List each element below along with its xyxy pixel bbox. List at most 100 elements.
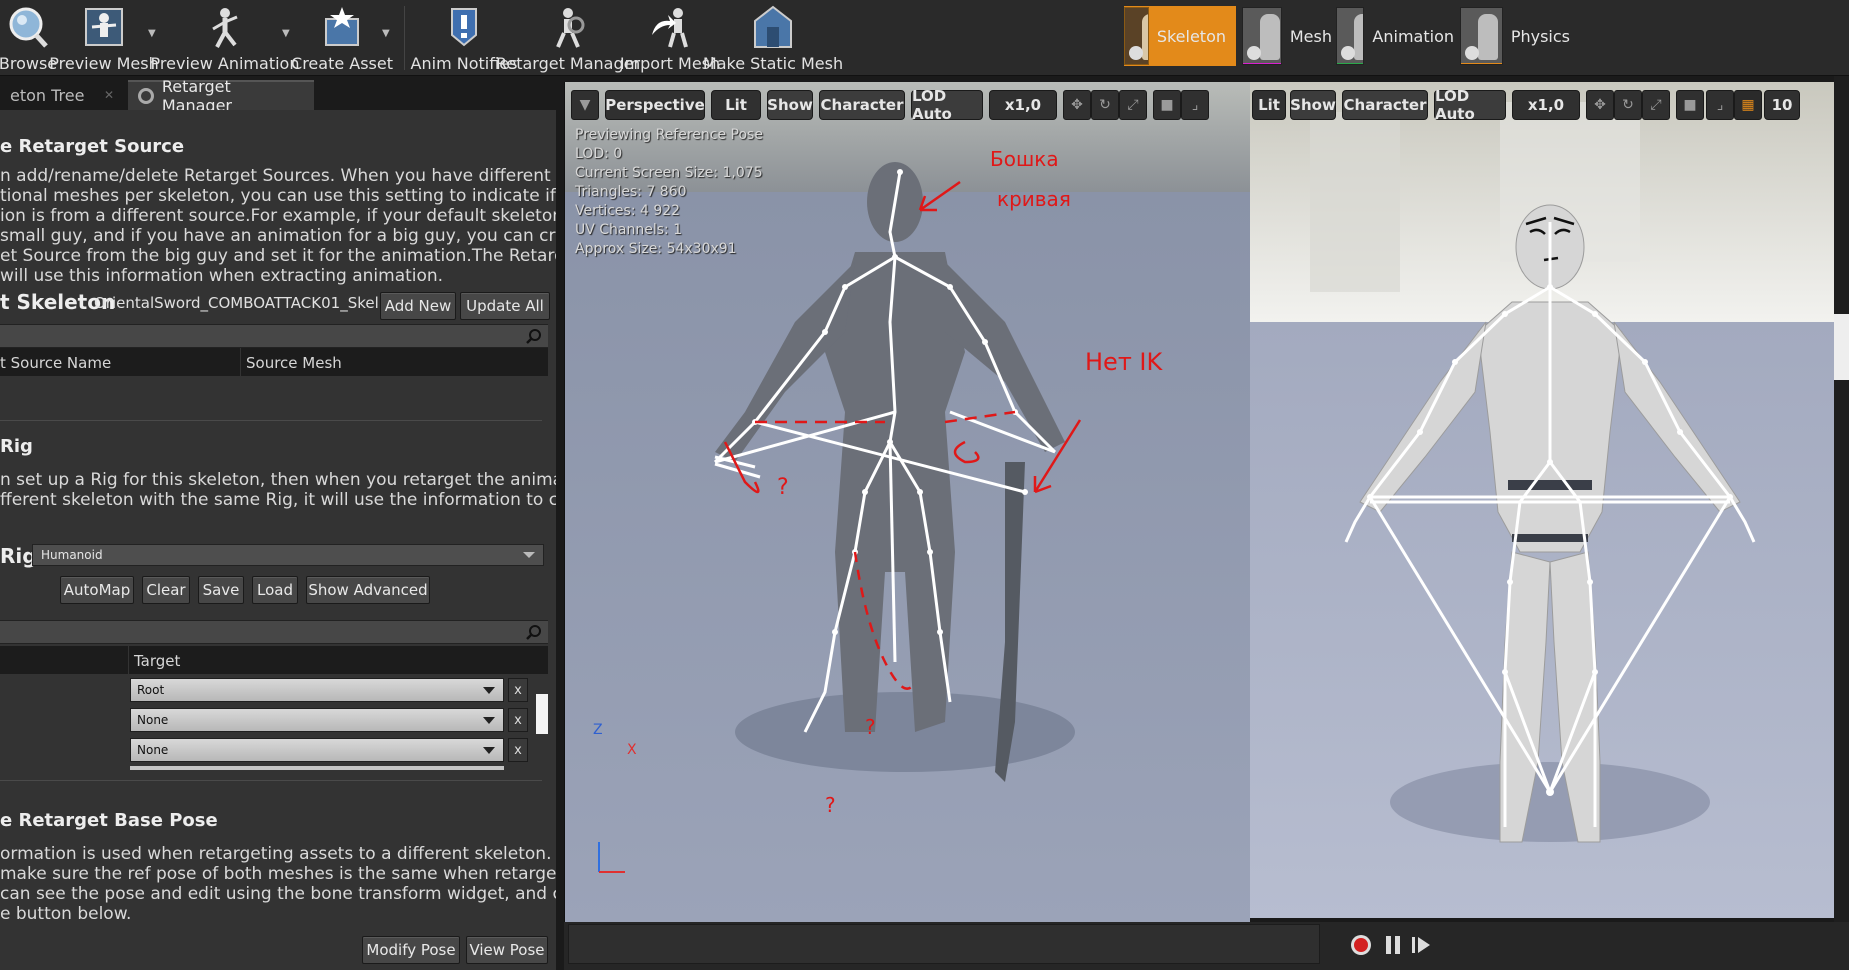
add-new-button[interactable]: Add New <box>380 292 456 320</box>
show-button[interactable]: Show <box>1290 90 1336 120</box>
stat-line: UV Channels: 1 <box>575 222 683 238</box>
target-bone-select[interactable]: None <box>130 738 504 762</box>
pause-icon[interactable] <box>1382 934 1404 956</box>
timeline-strip[interactable] <box>568 924 1320 964</box>
mode-skeleton-button[interactable]: Skeleton <box>1124 6 1236 66</box>
collapsed-tab[interactable] <box>1834 314 1849 380</box>
lod-auto-button[interactable]: LOD Auto <box>1434 87 1506 123</box>
character-button[interactable]: Character <box>819 90 905 120</box>
tab-close-icon[interactable]: ✕ <box>104 88 114 102</box>
scale-icon[interactable]: ⤢ <box>1642 90 1670 120</box>
desc-line: make sure the ref pose of both meshes is… <box>0 864 560 884</box>
retarget-manager-button[interactable]: Retarget Manager <box>496 0 640 76</box>
viewport-secondary[interactable]: Lit Show Character LOD Auto x1,0 ✥ ↻ ⤢ ■… <box>1250 82 1834 918</box>
annotation-text: Бошка <box>990 147 1059 171</box>
physics-mode-icon <box>1460 7 1503 65</box>
clear-button[interactable]: Clear <box>142 576 190 604</box>
search-icon <box>526 329 541 344</box>
preview-mesh-dropdown-icon[interactable]: ▼ <box>148 28 162 40</box>
preview-mesh-button[interactable]: Preview Mesh <box>49 0 159 76</box>
world-local-icon[interactable]: ■ <box>1676 90 1704 120</box>
record-icon[interactable] <box>1350 934 1372 956</box>
panel-scrollbar[interactable] <box>556 110 560 970</box>
base-pose-title: e Retarget Base Pose <box>0 810 218 831</box>
desc-line: n set up a Rig for this skeleton, then w… <box>0 470 560 490</box>
clear-target-button[interactable]: x <box>508 708 528 732</box>
annotation-text: ? <box>865 715 876 739</box>
playback-speed-button[interactable]: x1,0 <box>989 90 1057 120</box>
source-search-input[interactable] <box>0 324 548 348</box>
create-asset-button[interactable]: Create Asset <box>291 0 393 76</box>
viewport-stats: Previewing Reference Pose LOD: 0 Current… <box>575 126 763 259</box>
show-button[interactable]: Show <box>767 90 813 120</box>
target-bone-select[interactable]: None <box>130 708 504 732</box>
create-asset-dropdown-icon[interactable]: ▼ <box>382 28 396 40</box>
make-static-mesh-label: Make Static Mesh <box>702 54 844 73</box>
stat-line: Approx Size: 54x30x91 <box>575 241 737 257</box>
playback-bar <box>564 922 1849 970</box>
rig-select-value: Humanoid <box>41 548 103 562</box>
clear-target-button[interactable]: x <box>508 738 528 762</box>
automap-button[interactable]: AutoMap <box>60 576 134 604</box>
mode-physics-button[interactable]: Physics <box>1460 6 1570 66</box>
import-mesh-button[interactable]: Import Mesh <box>620 0 720 76</box>
translate-icon[interactable]: ✥ <box>1063 90 1091 120</box>
snap-icon[interactable]: ⌟ <box>1181 90 1209 120</box>
rotate-icon[interactable]: ↻ <box>1091 90 1119 120</box>
world-local-icon[interactable]: ■ <box>1153 90 1181 120</box>
rig-select[interactable]: Humanoid <box>32 544 544 566</box>
rotate-icon[interactable]: ↻ <box>1614 90 1642 120</box>
mode-animation-label: Animation <box>1372 26 1454 46</box>
panel-tabs: eton Tree ✕ Retarget Manager <box>0 76 560 115</box>
view-pose-button[interactable]: View Pose <box>466 936 548 964</box>
lit-button[interactable]: Lit <box>1252 90 1286 120</box>
preview-animation-button[interactable]: Preview Animation <box>151 0 299 76</box>
annotation-text: Нет IK <box>1085 348 1164 376</box>
preview-mesh-label: Preview Mesh <box>49 54 159 73</box>
surface-snap-icon[interactable]: ⌟ <box>1706 90 1734 120</box>
create-asset-label: Create Asset <box>291 54 393 73</box>
chevron-down-icon: ▼ <box>579 97 591 113</box>
bone-list-scrollbar[interactable] <box>536 694 548 734</box>
retarget-manager-panel: eton Tree ✕ Retarget Manager e Retarget … <box>0 76 560 970</box>
load-button[interactable]: Load <box>252 576 298 604</box>
desc-line: fferent skeleton with the same Rig, it w… <box>0 490 560 510</box>
bone-search-input[interactable] <box>0 620 548 644</box>
clear-target-button[interactable]: x <box>508 678 528 702</box>
col-source-name: t Source Name <box>0 354 112 372</box>
translate-icon[interactable]: ✥ <box>1586 90 1614 120</box>
anim-notifies-button[interactable]: Anim Notifies <box>411 0 517 76</box>
save-button[interactable]: Save <box>198 576 244 604</box>
viewport-main[interactable]: Бошка кривая Нет IK ? ? ? Z X Previewing… <box>564 82 1250 922</box>
stat-line: Current Screen Size: 1,075 <box>575 165 763 181</box>
show-advanced-button[interactable]: Show Advanced <box>306 576 430 604</box>
grid-snap-icon[interactable]: ▦ <box>1734 90 1762 120</box>
stat-line: LOD: 0 <box>575 146 623 162</box>
playback-speed-button[interactable]: x1,0 <box>1512 90 1580 120</box>
mode-mesh-button[interactable]: Mesh <box>1242 6 1332 66</box>
right-edge-panel <box>1834 76 1849 970</box>
target-bone-select[interactable]: Root <box>130 678 504 702</box>
update-all-button[interactable]: Update All <box>460 292 550 320</box>
desc-line: ion is from a different source.For examp… <box>0 206 560 226</box>
grid-size-button[interactable]: 10 <box>1764 90 1800 120</box>
mode-animation-button[interactable]: Animation <box>1336 6 1454 66</box>
browse-button[interactable]: Browse <box>0 0 57 76</box>
base-pose-description: ormation is used when retargeting assets… <box>0 844 560 924</box>
lit-button[interactable]: Lit <box>711 90 761 120</box>
lod-auto-button[interactable]: LOD Auto <box>911 87 983 123</box>
perspective-button[interactable]: Perspective <box>605 90 705 120</box>
viewport-options-button[interactable]: ▼ <box>571 90 599 120</box>
make-static-mesh-button[interactable]: Make Static Mesh <box>703 0 843 76</box>
modify-pose-button[interactable]: Modify Pose <box>362 936 460 964</box>
step-forward-icon[interactable] <box>1410 934 1432 956</box>
preview-animation-dropdown-icon[interactable]: ▼ <box>282 28 296 40</box>
character-button[interactable]: Character <box>1342 90 1428 120</box>
bone-table-header: Target <box>0 646 548 674</box>
mode-physics-label: Physics <box>1510 26 1570 46</box>
perspective-label: Perspective <box>605 96 705 114</box>
tab-retarget-manager[interactable]: Retarget Manager <box>128 77 314 115</box>
create-asset-icon <box>325 7 359 46</box>
scale-icon[interactable]: ⤢ <box>1119 90 1147 120</box>
mesh-mode-icon <box>1242 7 1282 65</box>
